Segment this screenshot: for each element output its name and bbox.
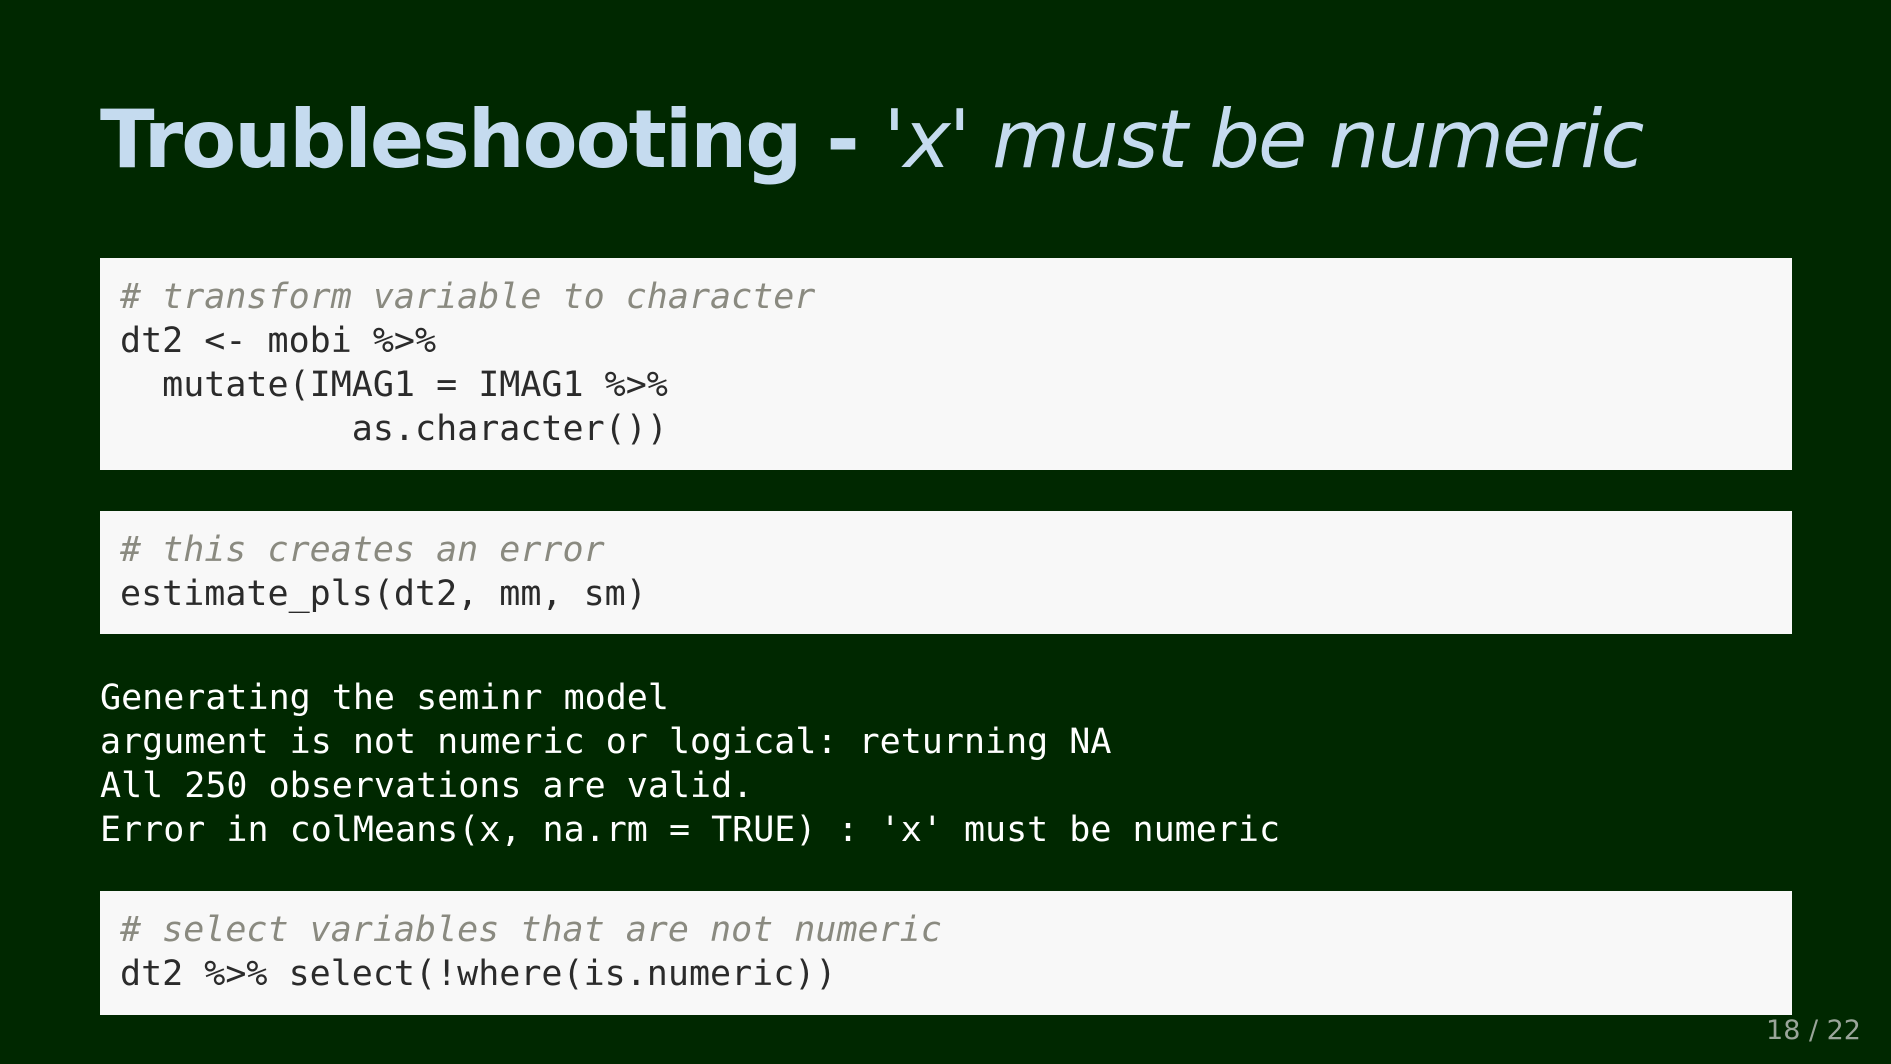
page-number: 18 / 22 <box>1766 1015 1861 1046</box>
code-block-error[interactable]: # this creates an error estimate_pls(dt2… <box>100 511 1792 634</box>
code-comment: # transform variable to character <box>120 277 816 317</box>
console-error-line: Error in colMeans(x, na.rm = TRUE) : 'x'… <box>100 810 1281 850</box>
code-line: mutate(IMAG1 = IMAG1 %>% <box>120 365 668 405</box>
code-comment: # select variables that are not numeric <box>120 910 942 950</box>
code-line: dt2 %>% select(!where(is.numeric)) <box>120 954 837 994</box>
console-output: Generating the seminr model argument is … <box>100 676 1280 852</box>
title-main: Troubleshooting - <box>100 93 884 186</box>
console-line: argument is not numeric or logical: retu… <box>100 722 1112 762</box>
code-line: estimate_pls(dt2, mm, sm) <box>120 574 647 614</box>
code-block-transform[interactable]: # transform variable to character dt2 <-… <box>100 258 1792 470</box>
title-emphasis: 'x' must be numeric <box>883 93 1644 186</box>
code-line: as.character()) <box>120 409 668 449</box>
console-line: Generating the seminr model <box>100 678 669 718</box>
slide-title: Troubleshooting - 'x' must be numeric <box>100 88 1644 192</box>
code-comment: # this creates an error <box>120 530 605 570</box>
code-line: dt2 <- mobi %>% <box>120 321 437 361</box>
console-line: All 250 observations are valid. <box>100 766 754 806</box>
code-block-select[interactable]: # select variables that are not numeric … <box>100 891 1792 1015</box>
